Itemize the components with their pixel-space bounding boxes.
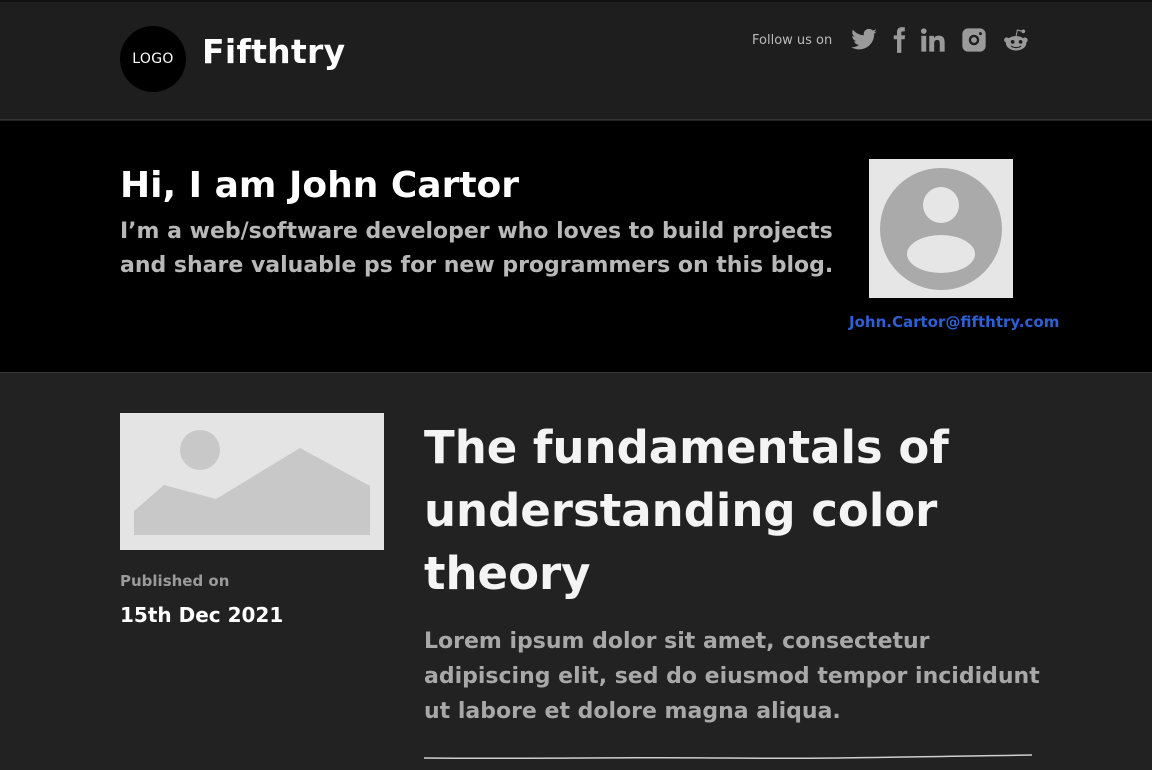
reddit-icon[interactable]: [1000, 24, 1032, 56]
post-divider: [424, 754, 1032, 760]
user-avatar-icon: [880, 167, 1002, 290]
site-logo[interactable]: LOGO: [120, 26, 186, 92]
post-title[interactable]: The fundamentals of understanding color …: [424, 416, 984, 605]
author-heading: Hi, I am John Cartor: [120, 165, 520, 206]
author-description: I’m a web/software developer who loves t…: [120, 219, 834, 278]
logo-text: LOGO: [132, 51, 174, 67]
linkedin-icon[interactable]: [917, 24, 949, 56]
image-placeholder-icon: [120, 413, 384, 550]
published-label: Published on: [120, 572, 230, 590]
author-avatar: [869, 159, 1013, 298]
author-email-link[interactable]: John.Cartor@fifthtry.com: [849, 313, 1059, 331]
facebook-icon[interactable]: [883, 24, 915, 56]
post-thumbnail[interactable]: [120, 413, 384, 550]
published-date: 15th Dec 2021: [120, 603, 284, 627]
post-excerpt: Lorem ipsum dolor sit amet, consectetur …: [424, 629, 1040, 724]
site-header: LOGO Fifthtry Follow us on: [0, 2, 1152, 120]
site-name[interactable]: Fifthtry: [202, 32, 345, 71]
author-hero: Hi, I am John Cartor I’m a web/software …: [0, 121, 1152, 373]
follow-us-label: Follow us on: [752, 33, 833, 48]
twitter-icon[interactable]: [848, 24, 880, 56]
instagram-icon[interactable]: [958, 24, 990, 56]
